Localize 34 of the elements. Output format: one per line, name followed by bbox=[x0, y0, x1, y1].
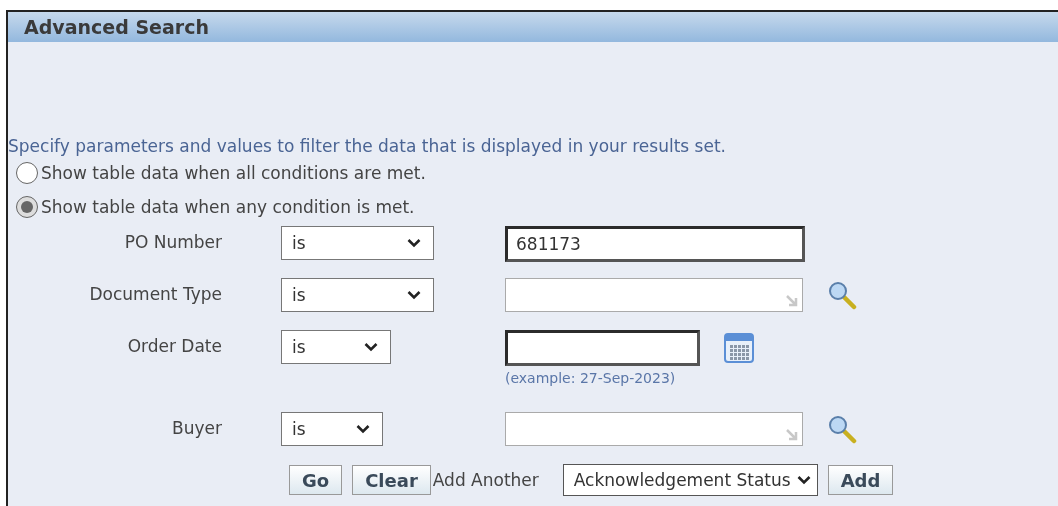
chevron-down-icon bbox=[407, 238, 421, 248]
field-label: Buyer bbox=[172, 418, 222, 438]
radio-button[interactable] bbox=[16, 162, 38, 184]
add-button[interactable]: Add bbox=[827, 465, 894, 495]
operator-dropdown[interactable]: is bbox=[281, 278, 434, 312]
resize-arrow-icon bbox=[785, 428, 799, 442]
panel-title: Advanced Search bbox=[24, 16, 209, 38]
date-field[interactable] bbox=[505, 330, 700, 366]
operator-dropdown[interactable]: is bbox=[281, 412, 383, 446]
search-icon[interactable] bbox=[827, 414, 857, 444]
field-label: Order Date bbox=[127, 336, 222, 356]
field-dropdown[interactable]: Acknowledgement Status bbox=[562, 464, 818, 496]
instructions-text: Specify parameters and values to filter the data that is displayed in your results set. bbox=[8, 136, 727, 156]
input-field[interactable] bbox=[505, 278, 803, 312]
chevron-down-icon bbox=[796, 475, 811, 485]
hint-text: (example: 27-Sep-2023) bbox=[505, 370, 677, 386]
clear-button[interactable]: Clear bbox=[352, 465, 431, 495]
add-another-label: Add Another bbox=[432, 470, 539, 490]
chevron-down-icon bbox=[356, 424, 370, 434]
chevron-down-icon bbox=[364, 342, 378, 352]
calendar-icon[interactable] bbox=[724, 333, 754, 363]
radio-label: Show table data when any condition is met. bbox=[41, 197, 415, 217]
radio-button[interactable] bbox=[16, 196, 38, 218]
field-label: Document Type bbox=[89, 284, 222, 304]
input-field[interactable] bbox=[505, 412, 803, 446]
operator-dropdown[interactable]: is bbox=[281, 330, 391, 364]
operator-dropdown[interactable]: is bbox=[281, 226, 434, 260]
resize-arrow-icon bbox=[785, 294, 799, 308]
radio-label: Show table data when all conditions are met. bbox=[41, 163, 426, 183]
field-label: PO Number bbox=[124, 232, 222, 252]
chevron-down-icon bbox=[407, 290, 421, 300]
go-button[interactable]: Go bbox=[289, 465, 343, 495]
search-icon[interactable] bbox=[827, 280, 857, 310]
input-field[interactable]: 681173 bbox=[505, 226, 805, 262]
